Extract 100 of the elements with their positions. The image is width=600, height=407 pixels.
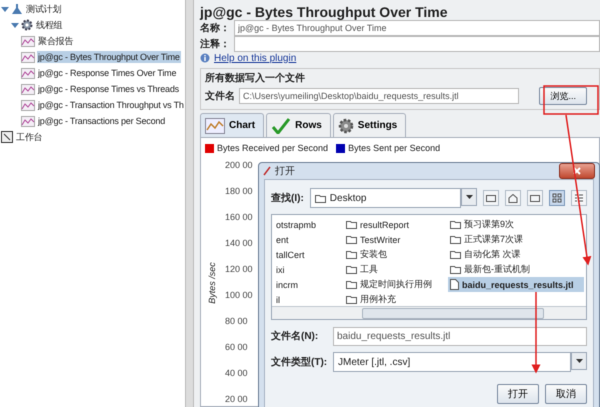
- tab[interactable]: Chart: [200, 113, 264, 137]
- tree-item[interactable]: jp@gc - Response Times Over Time: [37, 67, 178, 79]
- up-folder-button[interactable]: [483, 190, 499, 206]
- gear-icon: [21, 19, 33, 31]
- folder-icon: [346, 295, 357, 304]
- y-tick-label: 20 00: [225, 394, 249, 406]
- tree-item[interactable]: 线程组: [35, 18, 64, 32]
- file-list-item[interactable]: baidu_requests_results.jtl: [448, 277, 584, 292]
- folder-icon: [314, 194, 326, 202]
- file-name-label: 文件名(N):: [271, 330, 320, 343]
- file-list-item[interactable]: ent: [274, 232, 344, 247]
- tab[interactable]: Settings: [332, 113, 406, 137]
- dropdown-arrow-button[interactable]: [571, 352, 587, 370]
- caret-icon: [466, 195, 472, 199]
- help-link[interactable]: Help on this plugin: [214, 52, 296, 64]
- y-tick-label: 160 00: [225, 212, 253, 224]
- file-list-item[interactable]: TestWriter: [344, 232, 448, 247]
- name-label: 名称：: [200, 22, 230, 35]
- close-button[interactable]: [559, 163, 595, 179]
- folder-icon: [450, 235, 461, 244]
- y-tick-label: 200 00: [225, 160, 253, 172]
- file-type-dropdown[interactable]: JMeter [.jtl, .csv]: [333, 352, 571, 372]
- file-name-label: 文件名: [205, 90, 235, 103]
- file-list-item[interactable]: 工具: [344, 262, 448, 277]
- file-list-item[interactable]: otstrapmb: [274, 217, 344, 232]
- expand-handle-icon[interactable]: [11, 21, 19, 29]
- file-list-item[interactable]: 正式课第7次课: [448, 232, 584, 247]
- file-list-item[interactable]: 用例补充: [344, 292, 448, 306]
- scroll-thumb[interactable]: [362, 308, 544, 318]
- check-icon: [271, 118, 292, 134]
- y-tick-label: 180 00: [225, 186, 253, 198]
- details-view-button[interactable]: [571, 190, 587, 206]
- tree-item[interactable]: 工作台: [15, 130, 44, 144]
- folder-icon: [346, 220, 357, 229]
- y-tick-label: 100 00: [225, 290, 253, 302]
- y-tick-label: 60 00: [225, 342, 249, 354]
- tree-item[interactable]: 聚合报告: [37, 34, 74, 48]
- folder-icon: [450, 265, 461, 274]
- file-list-item[interactable]: 预习课第9次: [448, 217, 584, 232]
- home-button[interactable]: [505, 190, 521, 206]
- list-icon: [574, 193, 584, 203]
- look-in-value: Desktop: [330, 192, 366, 204]
- file-list-item[interactable]: 自动化第 次课: [448, 247, 584, 262]
- folder-icon: [346, 250, 357, 259]
- file-list-item[interactable]: 最新包-重试机制: [448, 262, 584, 277]
- tree-item[interactable]: jp@gc - Bytes Throughput Over Time: [37, 51, 181, 63]
- pen-icon: [263, 166, 271, 176]
- folder-icon: [346, 235, 357, 244]
- info-icon: [200, 53, 210, 63]
- comment-label: 注释：: [200, 37, 230, 51]
- dropdown-arrow-button[interactable]: [461, 188, 477, 206]
- new-folder-button[interactable]: [527, 190, 543, 206]
- grid-icon: [552, 193, 562, 203]
- tree-item[interactable]: jp@gc - Response Times vs Threads: [37, 83, 180, 95]
- file-list-item[interactable]: resultReport: [344, 217, 448, 232]
- file-icon: [450, 279, 459, 290]
- file-list-item[interactable]: ixi: [274, 262, 344, 277]
- browse-button[interactable]: 浏览...: [539, 87, 587, 105]
- file-list-item[interactable]: 规定时间执行用例: [344, 277, 448, 292]
- look-in-label: 查找(I):: [271, 192, 304, 205]
- home-icon: [508, 194, 518, 202]
- folder-icon: [346, 280, 357, 289]
- tab[interactable]: Rows: [266, 113, 331, 137]
- file-path-field[interactable]: C:\Users\yumeiling\Desktop\baidu_requests_results.jtl: [239, 88, 520, 104]
- caret-icon: [576, 359, 582, 363]
- y-tick-label: 40 00: [225, 368, 249, 380]
- graph-icon: [21, 68, 35, 78]
- chart-icon: [205, 118, 225, 134]
- graph-icon: [21, 116, 35, 126]
- list-view-button[interactable]: [549, 190, 565, 206]
- name-field[interactable]: jp@gc - Bytes Throughput Over Time: [234, 20, 600, 36]
- tree-item[interactable]: jp@gc - Transactions per Second: [37, 115, 166, 127]
- close-icon: [573, 167, 581, 175]
- cancel-button[interactable]: 取消: [545, 384, 587, 404]
- file-list-item[interactable]: tallCert: [274, 247, 344, 262]
- y-tick-label: 120 00: [225, 264, 253, 276]
- tree-item[interactable]: 测试计划: [25, 2, 62, 16]
- open-button[interactable]: 打开: [497, 384, 539, 404]
- graph-icon: [21, 100, 35, 110]
- file-type-label: 文件类型(T):: [271, 356, 328, 369]
- file-name-field[interactable]: baidu_requests_results.jtl: [333, 326, 587, 346]
- look-in-dropdown[interactable]: Desktop: [310, 188, 461, 208]
- y-axis-title: Bytes /sec: [207, 262, 217, 304]
- expand-handle-icon[interactable]: [1, 5, 9, 13]
- graph-icon: [21, 36, 35, 46]
- horizontal-scrollbar[interactable]: [272, 306, 586, 319]
- flask-icon: [11, 3, 23, 15]
- file-list-item[interactable]: il: [274, 292, 344, 306]
- highlight-frame: [543, 85, 599, 115]
- y-tick-label: 140 00: [225, 238, 253, 250]
- group-title: 所有数据写入一个文件: [205, 72, 306, 85]
- gear-icon: [338, 118, 354, 134]
- file-list-item[interactable]: 安装包: [344, 247, 448, 262]
- legend-label: Bytes Received per Second: [217, 143, 328, 153]
- file-list-item[interactable]: incrm: [274, 277, 344, 292]
- graph-icon: [21, 52, 35, 62]
- folder-icon: [450, 250, 461, 259]
- folder-icon: [530, 194, 540, 202]
- tree-item[interactable]: jp@gc - Transaction Throughput vs Th: [37, 99, 185, 111]
- comment-field[interactable]: [234, 36, 600, 52]
